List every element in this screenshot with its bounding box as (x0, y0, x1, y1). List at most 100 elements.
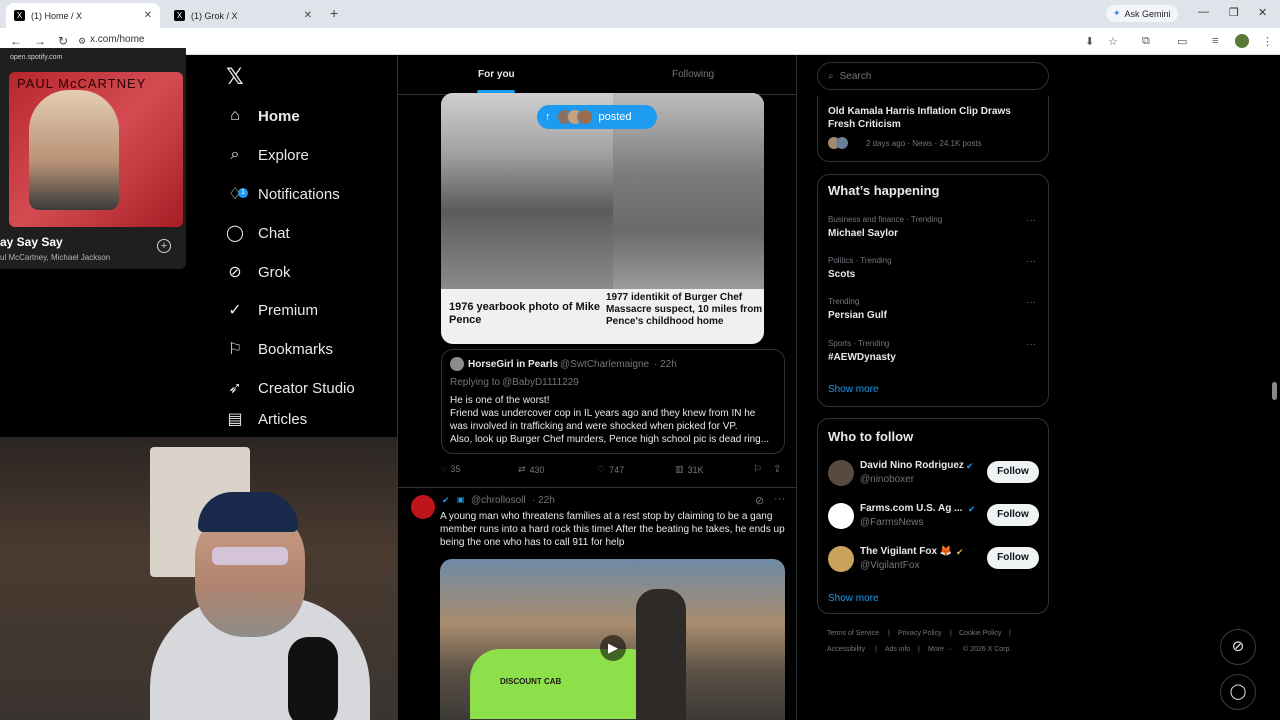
top-story-card[interactable]: Old Kamala Harris Inflation Clip Draws F… (817, 96, 1049, 162)
add-to-library-icon[interactable]: + (157, 239, 171, 253)
sidebar-item-explore[interactable]: ⌕ Explore (226, 140, 309, 170)
sidebar-item-chat[interactable]: ◯ Chat (226, 218, 290, 248)
messages-fab-icon[interactable]: ◯ (1220, 674, 1256, 710)
show-more-link[interactable]: Show more (828, 593, 879, 604)
account-name[interactable]: Farms.com U.S. Ag ... (860, 503, 962, 514)
view-count: 31K (687, 464, 704, 475)
sidebar-item-grok[interactable]: ⊘ Grok (226, 257, 290, 287)
account-handle[interactable]: @ninoboxer (860, 474, 914, 485)
install-icon[interactable]: ⬇ (1085, 35, 1094, 48)
footer-more[interactable]: More ··· (928, 646, 953, 653)
media-icon[interactable]: ≡ (1212, 35, 1218, 47)
affiliate-badge-icon: ▣ (457, 495, 465, 504)
show-more-link[interactable]: Show more (828, 384, 879, 395)
search-icon: ⌕ (230, 146, 240, 163)
url-field[interactable]: x.com/home (90, 34, 144, 45)
search-input[interactable]: ⌕ Search (817, 62, 1049, 90)
sidebar-item-notifications[interactable]: ♢ 1 Notifications (226, 179, 340, 209)
sidebar-item-bookmarks[interactable]: ⚐ Bookmarks (226, 334, 333, 364)
follow-button[interactable]: Follow (987, 504, 1039, 526)
views-button[interactable]: ▥ 31K (675, 464, 704, 475)
sidebar-item-label: Bookmarks (258, 340, 334, 358)
sidebar-item-articles[interactable]: ▤ Articles (226, 412, 307, 426)
more-options-icon[interactable]: ··· (1026, 297, 1036, 308)
back-icon[interactable]: ← (10, 34, 22, 48)
quote-author-name[interactable]: HorseGirl in Pearls (468, 359, 558, 370)
reload-icon[interactable]: ↻ (58, 34, 68, 48)
new-tab-button[interactable]: + (330, 5, 338, 21)
tab-following[interactable]: Following (672, 69, 714, 80)
quote-text-line: Friend was undercover cop in IL years ag… (450, 408, 756, 419)
grok-fab-icon[interactable]: ⊘ (1220, 629, 1256, 665)
minimize-icon[interactable]: — (1198, 6, 1209, 18)
account-handle[interactable]: @VigilantFox (860, 560, 919, 571)
footer-ads-info[interactable]: Ads info (885, 646, 910, 653)
more-options-icon[interactable]: ··· (774, 493, 785, 505)
trend-name[interactable]: #AEWDynasty (828, 352, 896, 363)
verified-icon: ✔ (956, 547, 964, 557)
ask-gemini-button[interactable]: ✦ Ask Gemini (1106, 5, 1178, 22)
new-posts-pill[interactable]: ↑ posted (537, 105, 657, 129)
follow-button[interactable]: Follow (987, 547, 1039, 569)
replying-to-handle[interactable]: @BabyD1111229 (502, 377, 579, 388)
footer-cookie[interactable]: Cookie Policy (959, 630, 1001, 637)
footer-accessibility[interactable]: Accessibility (827, 646, 865, 653)
play-icon[interactable]: ▶ (600, 635, 626, 661)
profile-avatar[interactable] (1235, 34, 1249, 48)
post-video[interactable]: DISCOUNT CAB ▶ (440, 559, 785, 720)
footer-separator: | (918, 646, 920, 653)
forward-icon[interactable]: → (34, 34, 46, 48)
post-author-handle[interactable]: @chrollosoll (471, 495, 526, 506)
trend-name[interactable]: Scots (828, 269, 855, 280)
more-options-icon[interactable]: ··· (1026, 256, 1036, 267)
bookmark-button[interactable]: ⚐ (753, 464, 762, 475)
avatar[interactable] (828, 546, 854, 572)
trend-name[interactable]: Michael Saylor (828, 228, 898, 239)
x-favicon-icon: X (174, 10, 185, 21)
sidebar-item-label: Premium (258, 301, 319, 319)
quote-text-line: He is one of the worst! (450, 395, 550, 406)
share-button[interactable]: ⇪ (773, 464, 781, 475)
quote-author-handle[interactable]: @SwtCharlemaigne (560, 359, 649, 370)
avatar[interactable] (828, 460, 854, 486)
x-logo-icon[interactable]: 𝕏 (226, 64, 244, 90)
bookmark-star-icon[interactable]: ☆ (1108, 35, 1118, 48)
grok-explain-icon[interactable]: ⊘ (755, 494, 764, 507)
menu-icon[interactable]: ⋮ (1262, 35, 1273, 48)
more-options-icon[interactable]: ··· (1026, 215, 1036, 226)
avatar[interactable] (828, 503, 854, 529)
footer-terms[interactable]: Terms of Service (827, 630, 879, 637)
posted-label: posted (598, 111, 632, 123)
sidebar-item-premium[interactable]: ✓ Premium (226, 295, 318, 325)
tab-grok-x[interactable]: X (1) Grok / X ✕ (166, 3, 320, 28)
tab-for-you[interactable]: For you (478, 69, 515, 80)
close-tab-icon[interactable]: ✕ (304, 10, 312, 21)
follow-button[interactable]: Follow (987, 461, 1039, 483)
quoted-post[interactable]: HorseGirl in Pearls @SwtCharlemaigne · 2… (441, 349, 785, 454)
address-bar: ← → ↻ ⚙ x.com/home ⬇ ☆ ⧉ ▭ ≡ ⋮ (0, 28, 1280, 55)
window-close-icon[interactable]: ✕ (1258, 6, 1267, 19)
account-name[interactable]: The Vigilant Fox 🦊 (860, 546, 952, 557)
sidepanel-icon[interactable]: ▭ (1177, 35, 1187, 48)
spotify-miniplayer[interactable]: open.spotify.com PAUL McCARTNEY ay Say S… (0, 48, 186, 269)
grok-icon: ⊘ (228, 264, 242, 281)
restore-icon[interactable]: ❐ (1229, 6, 1239, 19)
tab-home-x[interactable]: X (1) Home / X ✕ (6, 3, 160, 28)
account-handle[interactable]: @FarmsNews (860, 517, 924, 528)
scrollbar-thumb[interactable] (1272, 382, 1277, 400)
repost-count: 430 (529, 464, 545, 475)
extensions-icon[interactable]: ⧉ (1142, 35, 1150, 48)
like-button[interactable]: ♡ 747 (597, 464, 624, 475)
sidebar-item-creator-studio[interactable]: ➶ Creator Studio (226, 373, 354, 403)
close-tab-icon[interactable]: ✕ (144, 10, 152, 21)
reply-button[interactable]: ◌ 35 (441, 464, 460, 474)
site-info-icon[interactable]: ⚙ (78, 36, 86, 47)
post-image[interactable]: 1976 yearbook photo of Mike Pence 1977 i… (441, 93, 764, 344)
repost-button[interactable]: ⇄ 430 (518, 464, 545, 475)
footer-privacy[interactable]: Privacy Policy (898, 630, 942, 637)
more-options-icon[interactable]: ··· (1026, 339, 1036, 350)
sidebar-item-home[interactable]: ⌂ Home (226, 101, 300, 131)
trend-name[interactable]: Persian Gulf (828, 310, 887, 321)
account-name[interactable]: David Nino Rodriguez (860, 460, 964, 471)
avatar[interactable] (411, 495, 435, 519)
